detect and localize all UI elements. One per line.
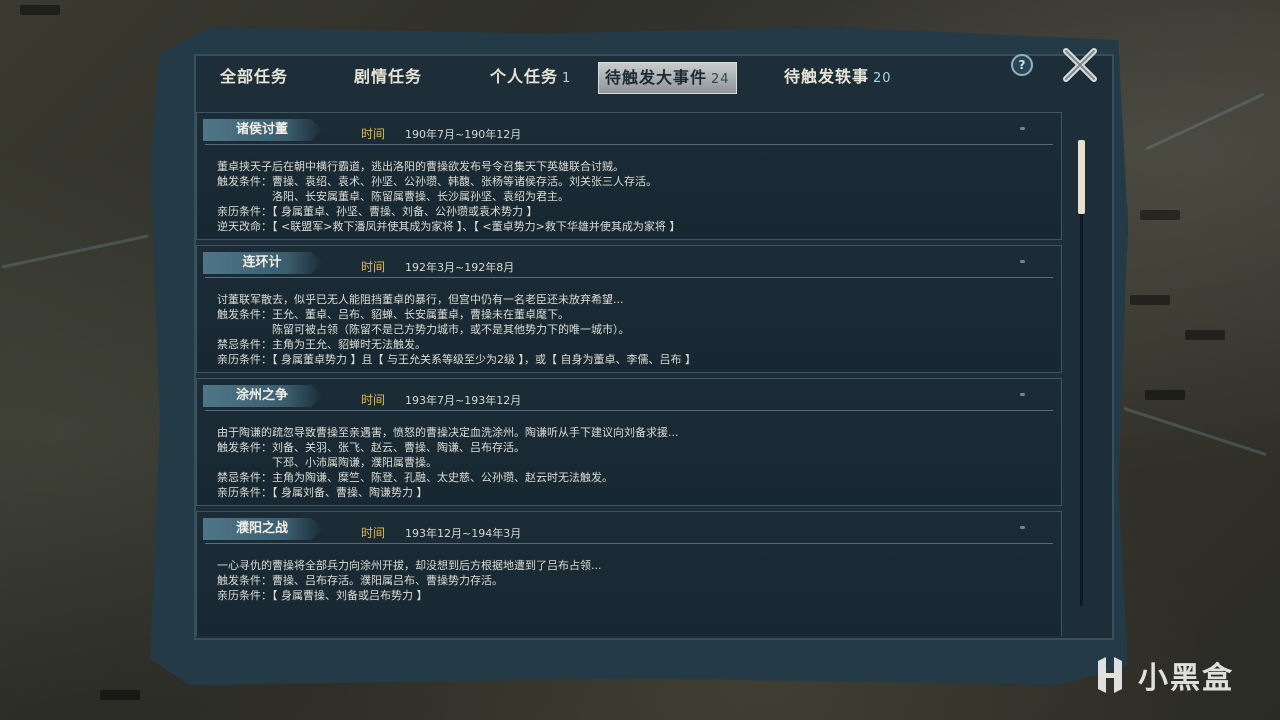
map-river [1145,92,1265,151]
map-city-label[interactable] [1185,330,1225,340]
event-text-line: 陈留可被占领（陈留不是己方势力城市，或不是其他势力下的唯一城市）。 [217,323,630,336]
tab-story-quests[interactable]: 剧情任务 [354,62,422,92]
event-card[interactable]: 涂州之争 时间 193年7月~193年12月 由于陶谦的疏忽导致曹操至亲遇害，愤… [196,378,1062,506]
map-river [1,234,149,269]
event-text-line: 逆天改命：【 <联盟军>救下潘凤并使其成为家将 】、【 <董卓势力>救下华雄并使… [217,220,681,233]
scrollbar-thumb[interactable] [1078,140,1085,214]
event-list[interactable]: 诸侯讨董 时间 190年7月~190年12月 董卓挟天子后在朝中横行霸道，逃出洛… [196,110,1064,636]
event-divider [205,144,1053,145]
event-text-line: 讨董联军散去，似乎已无人能阻挡董卓的暴行，但宫中仍有一名老臣还未放弃希望... [217,293,624,306]
tab-pending-major-events[interactable]: 待触发大事件 24 [598,62,737,94]
help-icon: ? [1018,58,1026,72]
event-text-line: 洛阳、长安属董卓、陈留属曹操、长沙属孙坚、袁绍为君主。 [217,190,569,203]
event-marker [1020,127,1025,130]
map-river [1123,406,1267,457]
event-marker [1020,526,1025,529]
close-icon [1063,48,1097,82]
event-description: 一心寻仇的曹操将全部兵力向涂州开拔，却没想到后方根据地遭到了吕布占领... 触发… [217,558,1041,603]
event-time-range: 193年12月~194年3月 [405,527,522,540]
event-text-line: 下邳、小沛属陶谦，濮阳属曹操。 [217,456,437,469]
event-marker [1020,393,1025,396]
event-text-line: 触发条件：王允、董卓、吕布、貂蝉、长安属董卓，曹操未在董卓麾下。 [217,308,569,321]
event-marker [1020,260,1025,263]
event-time-range: 193年7月~193年12月 [405,394,522,407]
tab-count: 24 [711,72,730,87]
event-text-line: 禁忌条件：主角为王允、貂蝉时无法触发。 [217,338,426,351]
event-text-line: 董卓挟天子后在朝中横行霸道，逃出洛阳的曹操欲发布号令召集天下英雄联合讨贼。 [217,160,624,173]
map-city-label[interactable] [1140,210,1180,220]
event-time-label: 时间 [361,127,386,141]
tab-all-quests[interactable]: 全部任务 [220,62,288,92]
event-divider [205,277,1053,278]
event-text-line: 亲历条件：【 身属曹操、刘备或吕布势力 】 [217,589,428,602]
event-description: 董卓挟天子后在朝中横行霸道，逃出洛阳的曹操欲发布号令召集天下英雄联合讨贼。 触发… [217,159,1041,234]
event-text-line: 亲历条件：【 身属刘备、曹操、陶谦势力 】 [217,486,428,499]
event-card[interactable]: 濮阳之战 时间 193年12月~194年3月 一心寻仇的曹操将全部兵力向涂州开拔… [196,511,1062,636]
event-text-line: 触发条件：曹操、袁绍、袁术、孙坚、公孙瓒、韩馥、张杨等诸侯存活。刘关张三人存活。 [217,175,657,188]
event-description: 由于陶谦的疏忽导致曹操至亲遇害，愤怒的曹操决定血洗涂州。陶谦听从手下建议向刘备求… [217,425,1041,500]
event-title: 连环计 [242,255,282,270]
map-city-label[interactable] [100,690,140,700]
tab-pending-anecdotes[interactable]: 待触发轶事 20 [784,62,892,92]
watermark: 小黑盒 [1090,655,1234,696]
tab-label: 剧情任务 [354,67,423,86]
watermark-text: 小黑盒 [1138,661,1234,696]
tab-personal-quests[interactable]: 个人任务 1 [490,62,571,92]
tab-label: 全部任务 [220,67,289,86]
event-time-label: 时间 [361,260,386,274]
map-city-label[interactable] [20,5,60,15]
event-title: 涂州之争 [235,388,288,403]
event-time-range: 192年3月~192年8月 [405,261,515,274]
event-text-line: 禁忌条件：主角为陶谦、糜竺、陈登、孔融、太史慈、公孙瓒、赵云时无法触发。 [217,471,613,484]
tab-label: 待触发轶事 [784,67,870,86]
event-time-label: 时间 [361,526,386,540]
event-text-line: 由于陶谦的疏忽导致曹操至亲遇害，愤怒的曹操决定血洗涂州。陶谦听从手下建议向刘备求… [217,426,679,439]
tab-label: 待触发大事件 [605,68,708,87]
tab-count: 20 [873,71,892,86]
event-time-range: 190年7月~190年12月 [405,128,522,141]
event-text-line: 一心寻仇的曹操将全部兵力向涂州开拔，却没想到后方根据地遭到了吕布占领... [217,559,602,572]
event-text-line: 触发条件：曹操、吕布存活。濮阳属吕布、曹操势力存活。 [217,574,503,587]
event-text-line: 亲历条件：【 身属董卓势力 】且【 与王允关系等级至少为2级 】，或【 自身为董… [217,353,696,366]
event-text-line: 触发条件：刘备、关羽、张飞、赵云、曹操、陶谦、吕布存活。 [217,441,525,454]
heybox-logo-icon [1098,657,1122,693]
map-city-label[interactable] [1145,390,1185,400]
event-text-line: 亲历条件：【 身属董卓、孙坚、曹操、刘备、公孙瓒或袁术势力 】 [217,205,538,218]
event-card[interactable]: 诸侯讨董 时间 190年7月~190年12月 董卓挟天子后在朝中横行霸道，逃出洛… [196,112,1062,240]
map-city-label[interactable] [1130,295,1170,305]
tab-count: 1 [562,71,572,86]
tab-label: 个人任务 [490,67,559,86]
help-button[interactable]: ? [1011,54,1033,76]
event-card[interactable]: 连环计 时间 192年3月~192年8月 讨董联军散去，似乎已无人能阻挡董卓的暴… [196,245,1062,373]
event-divider [205,543,1053,544]
event-time-label: 时间 [361,393,386,407]
close-button[interactable] [1060,45,1100,85]
event-divider [205,410,1053,411]
event-description: 讨董联军散去，似乎已无人能阻挡董卓的暴行，但宫中仍有一名老臣还未放弃希望... … [217,292,1041,367]
event-title: 濮阳之战 [235,521,288,536]
event-title: 诸侯讨董 [235,122,288,137]
